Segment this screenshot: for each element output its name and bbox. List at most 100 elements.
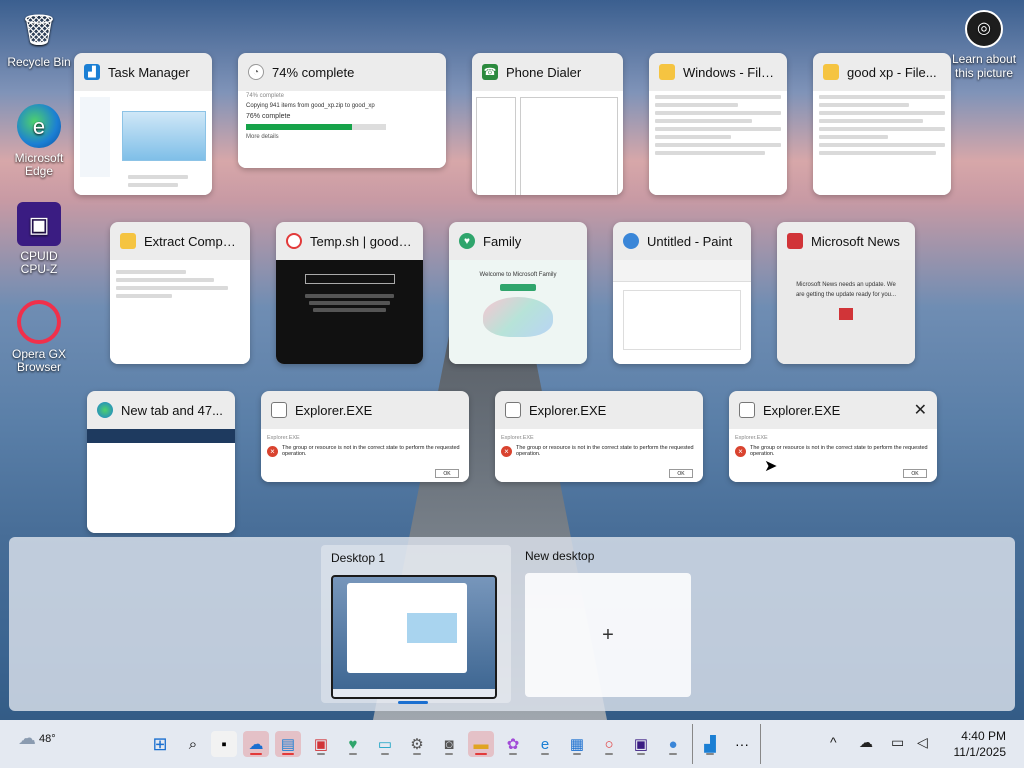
task-manager-icon: ▟	[84, 64, 100, 80]
overflow-dots: ···	[735, 736, 749, 752]
window-microsoft-news[interactable]: Microsoft News Microsoft News needs an u…	[777, 222, 915, 364]
search-button[interactable]: ⌕	[180, 731, 206, 757]
desktop-1-item[interactable]: Desktop 1	[321, 545, 511, 703]
onedrive-taskbar-icon[interactable]: ☁	[243, 731, 269, 757]
cloud-icon: ☁	[18, 728, 36, 748]
window-title: New tab and 47...	[121, 402, 223, 418]
folder-icon	[659, 64, 675, 80]
site-logo-preview	[304, 274, 395, 284]
progress-track	[246, 124, 386, 130]
edge-icon: e	[17, 104, 61, 148]
copilot-taskbar-icon[interactable]: ✿	[500, 731, 526, 757]
desktop-1-graph-preview	[407, 613, 457, 643]
file-explorer-taskbar-icon[interactable]: ▬	[468, 731, 494, 757]
paint-toolbar-preview	[613, 260, 751, 282]
desktop-icon-label: Opera GX Browser	[11, 347, 67, 374]
window-title: Family	[483, 233, 522, 249]
window-title: Explorer.EXE	[529, 402, 607, 418]
show-hidden-icons-button[interactable]: ^	[830, 734, 837, 750]
cpuz-taskbar-icon[interactable]: ▣	[628, 731, 654, 757]
paint-taskbar-icon[interactable]: ●	[660, 731, 686, 757]
opera-taskbar-icon[interactable]: ○	[596, 731, 622, 757]
window-explorer-error-3[interactable]: Explorer.EXE ✕ Explorer.EXE × The group or…	[729, 391, 937, 482]
percent-text: 76% complete	[246, 113, 291, 120]
dialer-list-preview	[476, 97, 516, 195]
taskbar: ☁ 48° ⊞ ⌕ ▪ ☁ ▤ ▣ ♥ ▭ ⚙ ◙ ▬ ✿ e ▦ ○ ▣ ● …	[0, 720, 1024, 768]
clock-date: 11/1/2025	[953, 745, 1007, 759]
news-line1: Microsoft News needs an update. We	[796, 282, 896, 288]
task-manager-taskbar-icon[interactable]: ▟	[697, 731, 723, 757]
mouse-cursor: ➤	[764, 458, 778, 475]
window-extract-compressed[interactable]: Extract Compre...	[110, 222, 250, 364]
window-file-explorer-goodxp[interactable]: good xp - File...	[813, 53, 951, 195]
error-icon: ×	[267, 445, 278, 457]
progress-icon: ◔	[248, 64, 264, 80]
desktop-icon-label: CPUID CPU-Z	[20, 249, 58, 276]
window-file-explorer-windows[interactable]: Windows - File...	[649, 53, 787, 195]
browser-tabbar-preview	[87, 429, 235, 443]
window-title: Microsoft News	[811, 233, 900, 249]
ok-button: OK	[669, 469, 693, 478]
onedrive-offline-icon[interactable]: ☁	[859, 734, 873, 751]
desktop-icon-opera-gx[interactable]: Opera GX Browser	[6, 300, 72, 374]
window-edge-tabs[interactable]: New tab and 47...	[87, 391, 235, 533]
window-phone-dialer[interactable]: ☎ Phone Dialer	[472, 53, 623, 195]
camera-taskbar-icon[interactable]: ◙	[436, 731, 462, 757]
settings-taskbar-icon[interactable]: ⚙	[404, 731, 430, 757]
close-icon[interactable]: ✕	[914, 400, 927, 420]
family-icon: ♥	[459, 233, 475, 249]
paint-canvas-preview	[623, 290, 741, 350]
window-title: Untitled - Paint	[647, 233, 733, 249]
news-logo	[839, 308, 853, 320]
start-button[interactable]: ⊞	[147, 731, 173, 757]
opera-gx-icon	[17, 300, 61, 344]
desktop-icon-label: Recycle Bin	[7, 55, 71, 69]
recycle-bin-icon: 🗑	[19, 13, 59, 47]
notepad-taskbar-icon[interactable]: ▤	[275, 731, 301, 757]
window-paint[interactable]: Untitled - Paint	[613, 222, 751, 364]
weather-widget[interactable]: ☁ 48°	[18, 728, 56, 749]
cpuz-icon: ▣	[17, 202, 61, 246]
window-thumbnail: Welcome to Microsoft Family	[449, 260, 587, 364]
phone-dialer-icon: ☎	[482, 64, 498, 80]
dialog-caption: 74% complete	[246, 93, 285, 99]
edge-taskbar-icon[interactable]: e	[532, 731, 558, 757]
error-message: The group or resource is not in the corr…	[516, 445, 694, 457]
desktop-icon-edge[interactable]: e Microsoft Edge	[6, 104, 72, 178]
window-title: Explorer.EXE	[295, 402, 373, 418]
app-icon	[739, 402, 755, 418]
news-icon	[787, 233, 803, 249]
desktop-icon-cpuz[interactable]: ▣ CPUID CPU-Z	[6, 202, 72, 276]
phone-dialer-taskbar-icon[interactable]: ▭	[372, 731, 398, 757]
clock-time: 4:40 PM	[961, 729, 1006, 743]
store-taskbar-icon[interactable]: ▦	[564, 731, 590, 757]
ok-button: OK	[903, 469, 927, 478]
new-desktop-item[interactable]: New desktop +	[515, 545, 705, 703]
more-apps-button[interactable]: ···	[729, 731, 755, 757]
window-explorer-error-1[interactable]: Explorer.EXE Explorer.EXE × The group or …	[261, 391, 469, 482]
window-explorer-error-2[interactable]: Explorer.EXE Explorer.EXE × The group or …	[495, 391, 703, 482]
edge-icon	[97, 402, 113, 418]
volume-muted-icon[interactable]: ◁	[917, 734, 928, 751]
desktop-icon-recycle-bin[interactable]: 🗑 Recycle Bin	[6, 8, 72, 69]
learn-about-picture[interactable]: ◎ Learn about this picture	[944, 10, 1024, 80]
window-title: Windows - File...	[683, 64, 777, 80]
family-taskbar-icon[interactable]: ♥	[340, 731, 366, 757]
desktop-1-label: Desktop 1	[331, 551, 386, 565]
news-taskbar-icon[interactable]: ▣	[308, 731, 334, 757]
window-opera-tempsh[interactable]: Temp.sh | good_...	[276, 222, 423, 364]
window-thumbnail	[276, 260, 423, 364]
opera-icon	[286, 233, 302, 249]
window-task-manager[interactable]: ▟ Task Manager	[74, 53, 212, 195]
task-view-button[interactable]: ▪	[211, 731, 237, 757]
window-copy-progress[interactable]: ◔ 74% complete 74% complete Copying 941 i…	[238, 53, 446, 168]
window-family[interactable]: ♥ Family Welcome to Microsoft Family	[449, 222, 587, 364]
network-icon[interactable]: ▭	[891, 734, 904, 751]
camera-icon: ◎	[965, 10, 1003, 48]
family-heading: Welcome to Microsoft Family	[479, 272, 557, 278]
dialog-header: Explorer.EXE	[735, 435, 768, 441]
window-thumbnail	[649, 91, 787, 195]
new-desktop-button[interactable]: +	[525, 573, 691, 697]
window-title: Phone Dialer	[506, 64, 582, 80]
clock[interactable]: 4:40 PM 11/1/2025	[954, 728, 1007, 760]
